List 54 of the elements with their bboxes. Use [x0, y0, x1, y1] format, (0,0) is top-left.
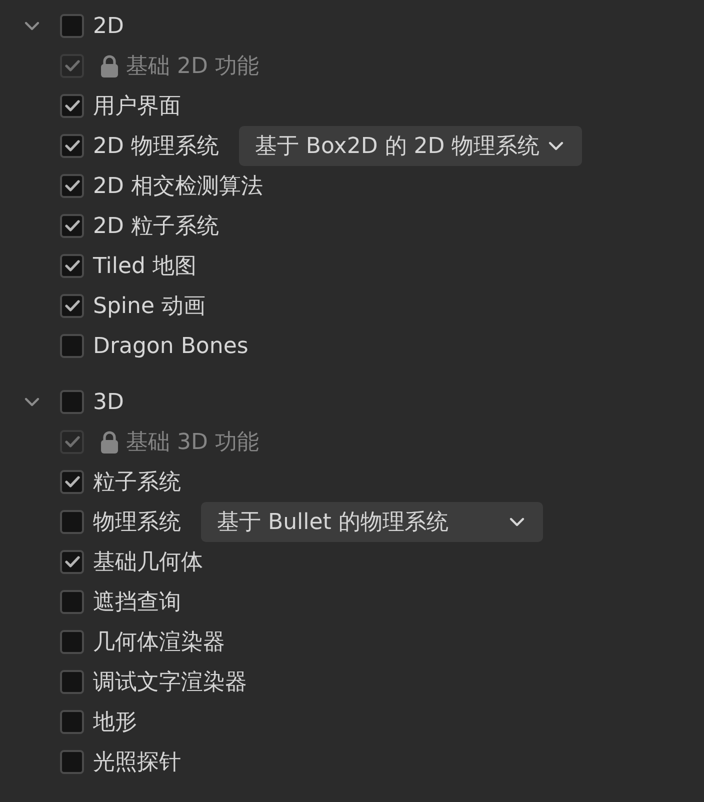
- checkbox[interactable]: [60, 334, 84, 358]
- checkbox[interactable]: [60, 510, 84, 534]
- check-icon: [64, 436, 80, 448]
- check-icon: [64, 140, 80, 152]
- checkbox[interactable]: [60, 710, 84, 734]
- checkbox[interactable]: [60, 254, 84, 278]
- item-label: 基础几何体: [93, 549, 203, 577]
- item-label: 调试文字渲染器: [93, 669, 247, 697]
- checkbox[interactable]: [60, 214, 84, 238]
- check-icon: [64, 100, 80, 112]
- check-icon: [64, 180, 80, 192]
- item-label: 粒子系统: [93, 469, 181, 497]
- chevron-down-icon[interactable]: [24, 397, 40, 407]
- lock-icon: [100, 430, 119, 454]
- check-icon: [64, 300, 80, 312]
- check-icon: [64, 220, 80, 232]
- checkbox[interactable]: [60, 94, 84, 118]
- item-label: Spine 动画: [93, 293, 206, 321]
- checkbox[interactable]: [60, 294, 84, 318]
- item-label: 2D 粒子系统: [93, 213, 219, 241]
- select-dropdown[interactable]: 基于 Bullet 的物理系统: [201, 502, 543, 542]
- chevron-down-icon: [548, 141, 564, 151]
- check-icon: [64, 556, 80, 568]
- lock-icon: [100, 54, 119, 78]
- chevron-down-icon[interactable]: [24, 21, 40, 31]
- checkbox[interactable]: [60, 134, 84, 158]
- checkbox[interactable]: [60, 550, 84, 574]
- item-label: 基础 3D 功能: [126, 429, 259, 457]
- item-label: 用户界面: [93, 93, 181, 121]
- checkbox[interactable]: [60, 470, 84, 494]
- item-label: 物理系统: [93, 509, 181, 537]
- checkbox[interactable]: [60, 174, 84, 198]
- item-label: Dragon Bones: [93, 334, 248, 358]
- check-icon: [64, 60, 80, 72]
- group-label: 3D: [93, 390, 124, 414]
- item-label: 几何体渲染器: [93, 629, 225, 657]
- group-label: 2D: [93, 14, 124, 38]
- checkbox[interactable]: [60, 590, 84, 614]
- check-icon: [64, 260, 80, 272]
- checkbox[interactable]: [60, 14, 84, 38]
- item-label: Tiled 地图: [93, 253, 196, 281]
- item-label: 2D 相交检测算法: [93, 173, 263, 201]
- item-label: 光照探针: [93, 749, 181, 777]
- checkbox[interactable]: [60, 670, 84, 694]
- chevron-down-icon: [509, 517, 525, 527]
- checkbox[interactable]: [60, 390, 84, 414]
- check-icon: [64, 476, 80, 488]
- item-label: 地形: [93, 709, 137, 737]
- checkbox[interactable]: [60, 630, 84, 654]
- item-label: 2D 物理系统: [93, 133, 219, 161]
- item-label: 遮挡查询: [93, 589, 181, 617]
- checkbox[interactable]: [60, 750, 84, 774]
- item-label: 基础 2D 功能: [126, 53, 259, 81]
- select-dropdown[interactable]: 基于 Box2D 的 2D 物理系统: [238, 126, 582, 166]
